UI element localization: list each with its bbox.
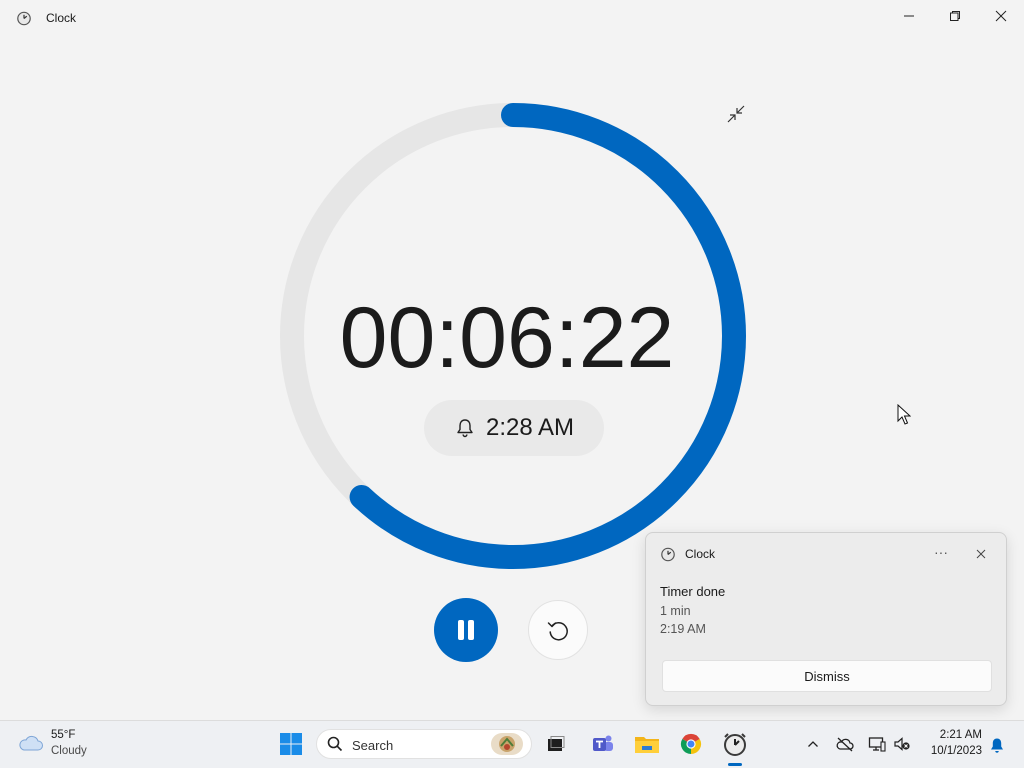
clock-taskbar-icon xyxy=(724,733,746,756)
title-bar: Clock xyxy=(0,0,1024,36)
weather-condition[interactable]: Cloudy xyxy=(51,745,87,757)
minimize-icon xyxy=(904,15,914,17)
taskbar-date[interactable]: 10/1/2023 xyxy=(916,745,982,757)
bell-icon xyxy=(457,419,473,438)
close-icon xyxy=(976,549,986,559)
alarm-time-label: 2:28 AM xyxy=(485,414,575,441)
volume-muted-icon xyxy=(894,737,910,751)
dismiss-button[interactable]: Dismiss xyxy=(662,660,992,692)
teams-icon xyxy=(593,735,613,751)
clock-app-icon xyxy=(17,11,31,26)
search-highlight-icon xyxy=(491,733,523,755)
volume-tray-button[interactable] xyxy=(893,735,911,753)
restore-button[interactable] xyxy=(932,0,978,32)
timer-countdown: 00:06:22 xyxy=(339,290,675,386)
pause-icon xyxy=(458,620,474,640)
notification-app-name: Clock xyxy=(685,547,716,561)
window-title: Clock xyxy=(46,11,77,25)
notification-duration: 1 min xyxy=(660,604,691,618)
task-view-icon xyxy=(548,736,565,751)
notification-center-button[interactable] xyxy=(988,736,1006,754)
cloudy-weather-icon[interactable] xyxy=(18,733,44,753)
onedrive-offline-icon xyxy=(836,737,854,752)
restore-icon xyxy=(950,11,960,21)
close-icon xyxy=(995,10,1007,22)
start-icon xyxy=(280,733,302,755)
chrome-button[interactable] xyxy=(678,731,704,757)
minimize-button[interactable] xyxy=(886,0,932,32)
reset-button[interactable] xyxy=(528,600,588,660)
alarm-time-pill: 2:28 AM xyxy=(424,400,604,456)
reset-icon xyxy=(547,622,568,641)
search-placeholder: Search xyxy=(352,738,394,753)
notification-bell-icon xyxy=(991,738,1003,753)
timer-notification: Clock ··· Timer done 1 min 2:19 AM Dismi… xyxy=(645,532,1007,706)
notification-title: Timer done xyxy=(660,584,726,599)
clock-taskbar-button[interactable] xyxy=(722,731,748,757)
task-view-button[interactable] xyxy=(543,731,569,757)
notification-more-button[interactable]: ··· xyxy=(930,545,952,563)
onedrive-tray-button[interactable] xyxy=(836,735,854,753)
active-app-indicator xyxy=(728,763,742,766)
taskbar: 55°F Cloudy Search 2:21 AM 10/1/2023 xyxy=(0,720,1024,768)
chrome-icon xyxy=(680,733,702,755)
file-explorer-icon xyxy=(635,737,659,753)
teams-button[interactable] xyxy=(590,731,616,757)
file-explorer-button[interactable] xyxy=(634,731,660,757)
taskbar-search[interactable]: Search xyxy=(316,729,532,759)
notification-time: 2:19 AM xyxy=(660,622,706,636)
show-hidden-icons-button[interactable] xyxy=(804,735,822,753)
start-button[interactable] xyxy=(278,731,304,757)
chevron-up-icon xyxy=(808,741,818,747)
search-icon xyxy=(327,736,343,752)
network-icon xyxy=(868,737,886,752)
weather-temperature[interactable]: 55°F xyxy=(51,729,75,741)
taskbar-time[interactable]: 2:21 AM xyxy=(916,729,982,741)
clock-app-icon xyxy=(661,547,675,562)
notification-close-button[interactable] xyxy=(972,545,990,563)
close-button[interactable] xyxy=(978,0,1024,32)
mouse-cursor-icon xyxy=(897,404,911,425)
minimize-view-icon[interactable] xyxy=(726,104,746,124)
network-tray-button[interactable] xyxy=(868,735,886,753)
pause-button[interactable] xyxy=(434,598,498,662)
